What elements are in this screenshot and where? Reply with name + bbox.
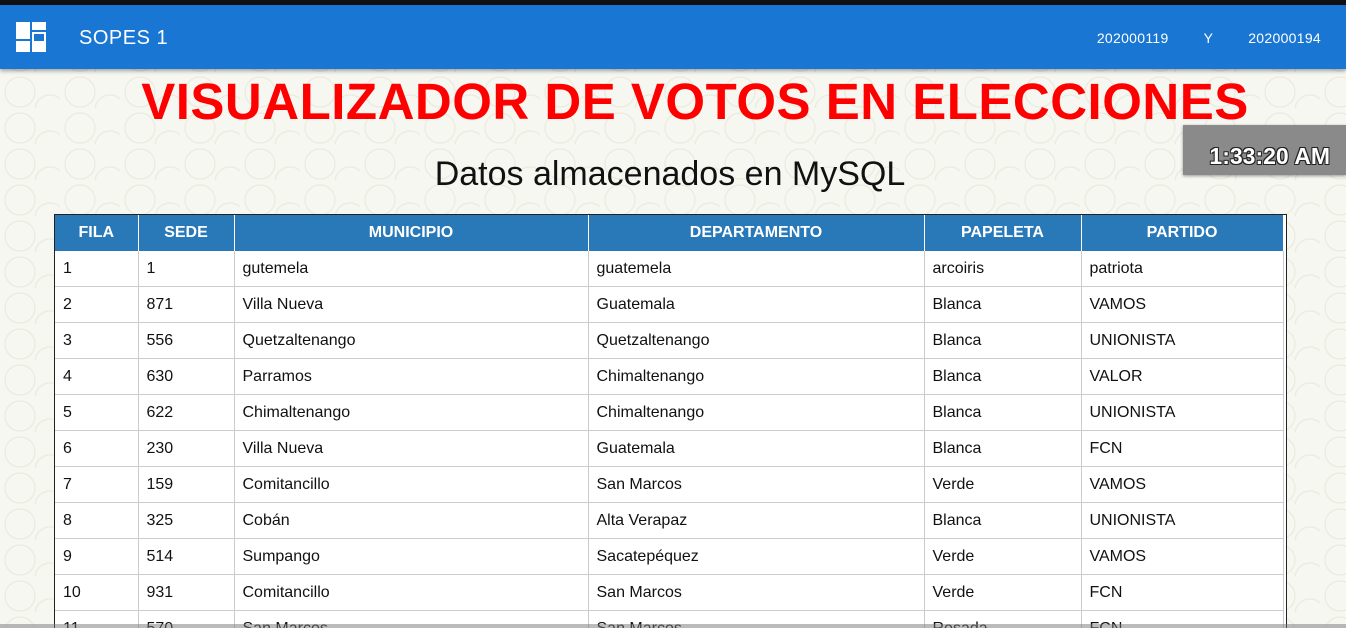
cell-partido: VAMOS: [1081, 466, 1284, 503]
column-header-municipio: MUNICIPIO: [234, 215, 589, 251]
cell-papeleta: Verde: [924, 538, 1082, 575]
cell-fila: 5: [55, 394, 139, 431]
column-header-departamento: DEPARTAMENTO: [588, 215, 925, 251]
cell-departamento: guatemela: [588, 251, 925, 287]
cell-municipio: Comitancillo: [234, 574, 589, 611]
cell-municipio: Comitancillo: [234, 466, 589, 503]
cell-papeleta: Blanca: [924, 286, 1082, 323]
votes-table: FILA SEDE MUNICIPIO DEPARTAMENTO PAPELET…: [55, 215, 1284, 628]
cell-municipio: Chimaltenango: [234, 394, 589, 431]
cell-departamento: Quetzaltenango: [588, 322, 925, 359]
cell-partido: UNIONISTA: [1081, 394, 1284, 431]
cell-departamento: San Marcos: [588, 466, 925, 503]
cell-fila: 9: [55, 538, 139, 575]
scroll-edge-shadow: [0, 624, 1346, 628]
nav-link-separator[interactable]: Y: [1204, 30, 1214, 46]
cell-departamento: Chimaltenango: [588, 358, 925, 395]
cell-partido: VAMOS: [1081, 538, 1284, 575]
column-header-partido: PARTIDO: [1081, 215, 1284, 251]
cell-partido: FCN: [1081, 430, 1284, 467]
cell-municipio: gutemela: [234, 251, 589, 287]
cell-sede: 630: [138, 358, 235, 395]
cell-municipio: Villa Nueva: [234, 286, 589, 323]
cell-papeleta: Verde: [924, 466, 1082, 503]
nav-link-carnet-2[interactable]: 202000194: [1248, 30, 1321, 46]
dashboard-grid-icon[interactable]: [16, 22, 46, 52]
cell-fila: 8: [55, 502, 139, 539]
cell-papeleta: Blanca: [924, 394, 1082, 431]
votes-table-container[interactable]: FILA SEDE MUNICIPIO DEPARTAMENTO PAPELET…: [54, 214, 1287, 628]
cell-fila: 3: [55, 322, 139, 359]
cell-partido: VALOR: [1081, 358, 1284, 395]
table-header-row: FILA SEDE MUNICIPIO DEPARTAMENTO PAPELET…: [55, 215, 1284, 251]
cell-fila: 10: [55, 574, 139, 611]
cell-fila: 6: [55, 430, 139, 467]
brand-title[interactable]: SOPES 1: [79, 27, 168, 50]
cell-departamento: Chimaltenango: [588, 394, 925, 431]
cell-departamento: Sacatepéquez: [588, 538, 925, 575]
nav-link-carnet-1[interactable]: 202000119: [1097, 30, 1169, 46]
table-row[interactable]: 1 1 gutemela guatemela arcoiris patriota: [55, 251, 1284, 287]
table-row[interactable]: 10 931 Comitancillo San Marcos Verde FCN: [55, 574, 1284, 611]
clock-time: 1:33:20 AM: [1209, 143, 1330, 169]
navbar: SOPES 1 202000119 Y 202000194: [0, 5, 1346, 69]
cell-fila: 2: [55, 286, 139, 323]
cell-sede: 230: [138, 430, 235, 467]
cell-partido: patriota: [1081, 251, 1284, 287]
nav-links: 202000119 Y 202000194: [1097, 30, 1321, 46]
table-row[interactable]: 2 871 Villa Nueva Guatemala Blanca VAMOS: [55, 286, 1284, 323]
cell-papeleta: Blanca: [924, 358, 1082, 395]
cell-sede: 931: [138, 574, 235, 611]
table-body: 1 1 gutemela guatemela arcoiris patriota 2 871 V…: [55, 251, 1284, 628]
table-row[interactable]: 5 622 Chimaltenango Chimaltenango Blanca UNIO…: [55, 394, 1284, 431]
column-header-papeleta: PAPELETA: [924, 215, 1082, 251]
page-subtitle: Datos almacenados en MySQL: [434, 155, 906, 193]
column-header-sede: SEDE: [138, 215, 235, 251]
cell-municipio: Quetzaltenango: [234, 322, 589, 359]
table-row[interactable]: 4 630 Parramos Chimaltenango Blanca VALOR: [55, 358, 1284, 395]
cell-sede: 556: [138, 322, 235, 359]
table-row[interactable]: 7 159 Comitancillo San Marcos Verde VAMOS: [55, 466, 1284, 503]
cell-partido: UNIONISTA: [1081, 322, 1284, 359]
cell-sede: 514: [138, 538, 235, 575]
column-header-fila: FILA: [55, 215, 139, 251]
cell-papeleta: Blanca: [924, 322, 1082, 359]
table-row[interactable]: 3 556 Quetzaltenango Quetzaltenango Blanca UN…: [55, 322, 1284, 359]
cell-papeleta: Verde: [924, 574, 1082, 611]
cell-fila: 7: [55, 466, 139, 503]
cell-municipio: Parramos: [234, 358, 589, 395]
clock-widget: 1:33:20 AM: [1183, 125, 1346, 175]
cell-partido: FCN: [1081, 574, 1284, 611]
table-row[interactable]: 6 230 Villa Nueva Guatemala Blanca FCN: [55, 430, 1284, 467]
cell-municipio: Villa Nueva: [234, 430, 589, 467]
cell-sede: 1: [138, 251, 235, 287]
cell-sede: 622: [138, 394, 235, 431]
cell-sede: 325: [138, 502, 235, 539]
cell-departamento: San Marcos: [588, 574, 925, 611]
cell-departamento: Guatemala: [588, 430, 925, 467]
cell-papeleta: arcoiris: [924, 251, 1082, 287]
table-row[interactable]: 8 325 Cobán Alta Verapaz Blanca UNIONISTA: [55, 502, 1284, 539]
cell-municipio: Sumpango: [234, 538, 589, 575]
cell-sede: 159: [138, 466, 235, 503]
cell-partido: VAMOS: [1081, 286, 1284, 323]
cell-departamento: Alta Verapaz: [588, 502, 925, 539]
cell-municipio: Cobán: [234, 502, 589, 539]
cell-papeleta: Blanca: [924, 430, 1082, 467]
cell-partido: UNIONISTA: [1081, 502, 1284, 539]
cell-departamento: Guatemala: [588, 286, 925, 323]
cell-sede: 871: [138, 286, 235, 323]
cell-fila: 4: [55, 358, 139, 395]
cell-fila: 1: [55, 251, 139, 287]
page-title: VISUALIZADOR DE VOTOS EN ELECCIONES: [141, 73, 1249, 130]
table-row[interactable]: 9 514 Sumpango Sacatepéquez Verde VAMOS: [55, 538, 1284, 575]
cell-papeleta: Blanca: [924, 502, 1082, 539]
